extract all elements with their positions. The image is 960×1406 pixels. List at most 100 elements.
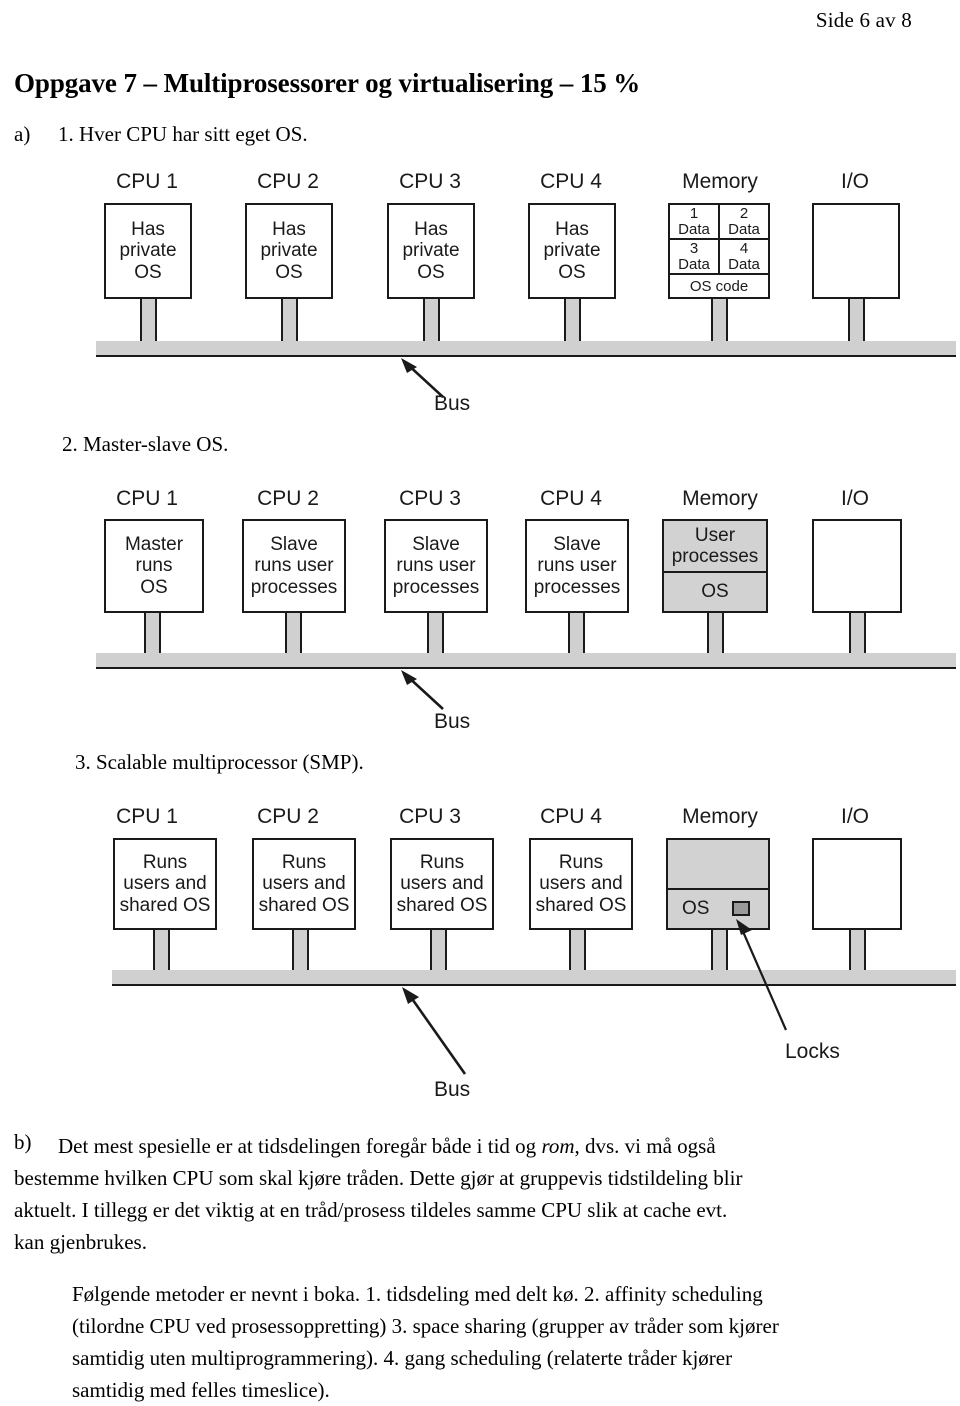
fig2-cpu3-line3: processes xyxy=(392,576,480,598)
fig1-io-box xyxy=(812,203,900,299)
fig3-cpu3-box: Runs users and shared OS xyxy=(390,838,494,930)
fig1-cpu4-line2: private xyxy=(543,240,601,262)
fig2-cpu3-line2: runs user xyxy=(396,555,476,577)
fig3-cpu1-box: Runs users and shared OS xyxy=(113,838,217,930)
fig3-cpu1-line2: users and xyxy=(123,873,207,895)
fig3-cpu1-line1: Runs xyxy=(142,851,188,873)
fig3-memory-os-label: OS xyxy=(682,898,710,919)
fig1-memory-cell-1: 1 Data xyxy=(670,205,720,238)
paragraph-methods-line2: (tilordne CPU ved prosessoppretting) 3. … xyxy=(72,1314,779,1338)
fig3-cpu4-line2: users and xyxy=(539,873,623,895)
fig2-cpu1-line3: OS xyxy=(140,576,168,598)
fig1-cpu1-line3: OS xyxy=(134,261,162,283)
fig2-cpu1-box: Master runs OS xyxy=(104,519,204,613)
fig3-locks-label: Locks xyxy=(785,1040,840,1063)
fig1-label-cpu1: CPU 1 xyxy=(116,170,178,193)
fig1-bus-bar xyxy=(96,341,956,357)
fig3-locks-arrow-icon xyxy=(736,919,788,1031)
fig2-cpu2-box: Slave runs user processes xyxy=(242,519,346,613)
fig2-bus-bar xyxy=(96,653,956,669)
fig2-memory-box: User processes OS xyxy=(662,519,768,613)
fig2-memory-user-line1: User xyxy=(694,524,736,546)
fig1-cpu4-line3: OS xyxy=(558,261,586,283)
fig2-bus-label: Bus xyxy=(434,710,471,733)
fig1-memory-cell-3-index: 3 xyxy=(689,239,699,257)
fig2-label-cpu3: CPU 3 xyxy=(399,487,461,510)
fig1-memory-cell-4: 4 Data xyxy=(720,240,768,273)
fig3-cpu2-line1: Runs xyxy=(281,851,327,873)
fig2-memory-user-line2: processes xyxy=(671,546,759,567)
fig2-label-memory: Memory xyxy=(682,487,758,510)
fig1-cpu2-box: Has private OS xyxy=(245,203,333,299)
list-marker-a: a) xyxy=(14,122,31,146)
fig3-label-cpu2: CPU 2 xyxy=(257,805,319,828)
fig2-cpu1-line2: runs xyxy=(135,555,173,577)
fig1-label-cpu4: CPU 4 xyxy=(540,170,602,193)
fig3-bus-arrow-icon xyxy=(402,987,467,1075)
fig1-cpu1-line2: private xyxy=(119,240,177,262)
fig2-io-box xyxy=(812,519,902,613)
fig2-cpu2-line3: processes xyxy=(250,576,338,598)
fig1-memory-box: 1 Data 2 Data 3 Data 4 Data OS code xyxy=(668,203,770,299)
fig1-label-cpu3: CPU 3 xyxy=(399,170,461,193)
fig1-cpu3-box: Has private OS xyxy=(387,203,475,299)
fig3-cpu3-line2: users and xyxy=(400,873,484,895)
fig3-cpu4-line3: shared OS xyxy=(535,894,627,916)
fig3-cpu2-box: Runs users and shared OS xyxy=(252,838,356,930)
fig2-cpu2-line1: Slave xyxy=(270,533,318,555)
paragraph-methods-line4: samtidig med felles timeslice). xyxy=(72,1378,330,1402)
fig1-cpu3-line3: OS xyxy=(417,261,445,283)
fig2-cpu1-line1: Master xyxy=(124,533,184,555)
fig2-label-cpu4: CPU 4 xyxy=(540,487,602,510)
fig3-label-cpu1: CPU 1 xyxy=(116,805,178,828)
paragraph-b-line1: Det mest spesielle er at tidsdelingen fo… xyxy=(58,1130,938,1162)
fig2-memory-user-section: User processes xyxy=(664,521,766,573)
page-title: Oppgave 7 – Multiprosessorer og virtuali… xyxy=(14,68,641,98)
fig1-memory-cell-2-label: Data xyxy=(728,220,760,238)
paragraph-methods-line3: samtidig uten multiprogrammering). 4. ga… xyxy=(72,1346,733,1370)
paragraph-b-line1-emphasis: rom xyxy=(541,1134,575,1158)
fig3-cpu2-line3: shared OS xyxy=(258,894,350,916)
fig2-label-cpu2: CPU 2 xyxy=(257,487,319,510)
lock-icon xyxy=(732,901,750,916)
fig3-cpu4-box: Runs users and shared OS xyxy=(529,838,633,930)
fig1-cpu3-line1: Has xyxy=(414,218,448,240)
fig2-cpu4-line2: runs user xyxy=(537,555,617,577)
fig1-memory-row-top: 1 Data 2 Data xyxy=(670,205,768,240)
fig1-cpu4-box: Has private OS xyxy=(528,203,616,299)
fig3-label-memory: Memory xyxy=(682,805,758,828)
fig3-cpu3-line3: shared OS xyxy=(396,894,488,916)
fig1-memory-cell-3-label: Data xyxy=(678,255,710,273)
fig1-cpu1-box: Has private OS xyxy=(104,203,192,299)
fig2-label-cpu1: CPU 1 xyxy=(116,487,178,510)
fig3-cpu1-line3: shared OS xyxy=(119,894,211,916)
fig3-cpu4-line1: Runs xyxy=(558,851,604,873)
fig2-cpu4-line1: Slave xyxy=(553,533,601,555)
fig1-bus-label: Bus xyxy=(434,392,471,415)
fig1-cpu2-line1: Has xyxy=(272,218,306,240)
fig1-memory-cell-3: 3 Data xyxy=(670,240,720,273)
fig1-memory-cell-1-label: Data xyxy=(678,220,710,238)
fig1-label-io: I/O xyxy=(840,170,869,193)
paragraph-b-line4: kan gjenbrukes. xyxy=(14,1230,147,1254)
list-item-a-text: 1. Hver CPU har sitt eget OS. xyxy=(58,122,308,146)
fig3-io-box xyxy=(812,838,902,930)
fig2-memory-os-label: OS xyxy=(701,581,729,602)
fig2-cpu3-line1: Slave xyxy=(412,533,460,555)
fig1-cpu4-line1: Has xyxy=(555,218,589,240)
fig1-memory-cell-4-label: Data xyxy=(728,255,760,273)
fig3-label-cpu3: CPU 3 xyxy=(399,805,461,828)
fig2-label-io: I/O xyxy=(840,487,869,510)
fig3-bus-label: Bus xyxy=(434,1078,471,1101)
fig3-bus-bar xyxy=(112,970,956,986)
fig2-cpu4-box: Slave runs user processes xyxy=(525,519,629,613)
list-marker-b: b) xyxy=(14,1130,32,1154)
fig3-cpu3-line1: Runs xyxy=(419,851,465,873)
paragraph-b: Det mest spesielle er at tidsdelingen fo… xyxy=(14,1130,938,1258)
fig2-memory-os-section: OS xyxy=(664,573,766,611)
fig1-cpu2-line3: OS xyxy=(275,261,303,283)
fig3-memory-empty-section xyxy=(668,840,768,890)
fig1-label-cpu2: CPU 2 xyxy=(257,170,319,193)
fig1-cpu1-line1: Has xyxy=(131,218,165,240)
paragraph-b-line1-a: Det mest spesielle er at tidsdelingen fo… xyxy=(58,1134,542,1158)
